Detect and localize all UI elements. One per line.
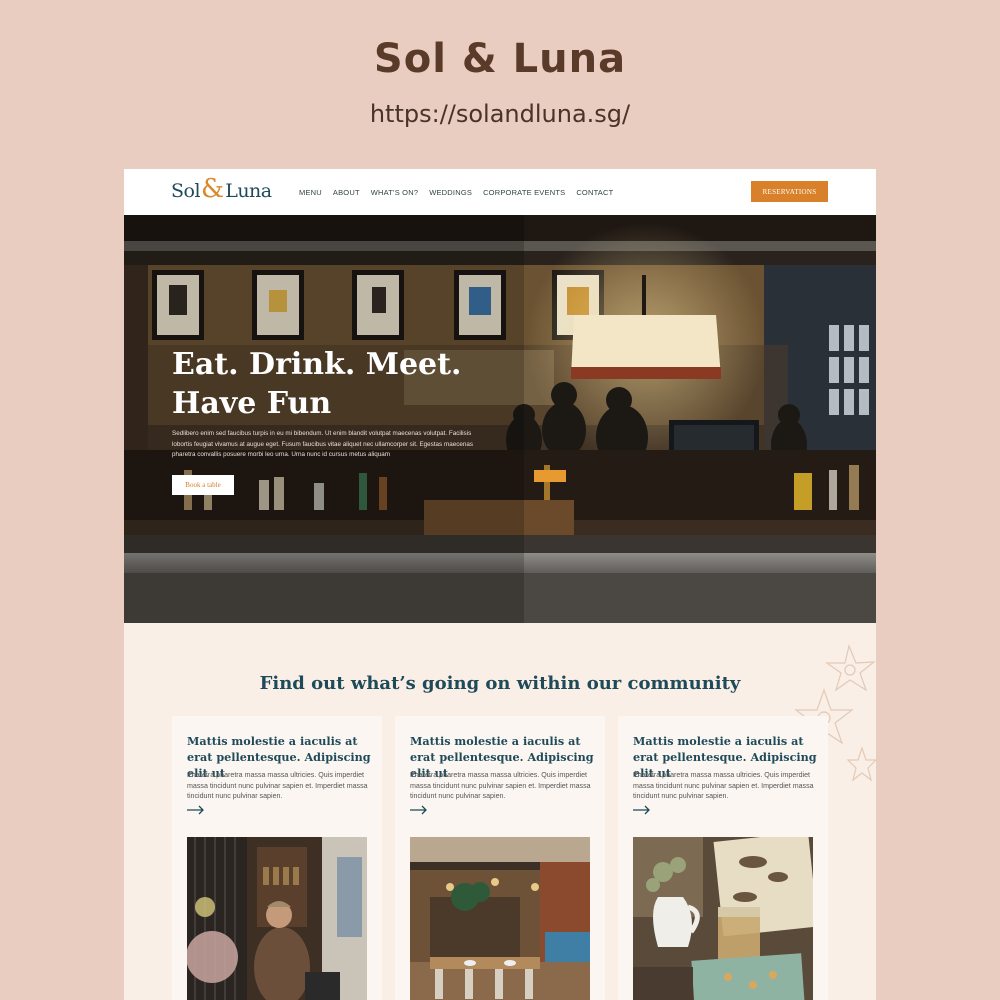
nav-item-corporate-events[interactable]: CORPORATE EVENTS bbox=[483, 188, 565, 197]
card-body: Pharetra pharetra massa massa ultricies.… bbox=[633, 771, 814, 801]
hero-heading-line1: Eat. Drink. Meet. bbox=[172, 347, 462, 382]
nav-item-weddings[interactable]: WEDDINGS bbox=[429, 188, 472, 197]
logo-word-luna: Luna bbox=[225, 180, 272, 202]
card-photo bbox=[410, 837, 590, 1000]
top-navigation: Sol & Luna MENU ABOUT WHAT'S ON? WEDDING… bbox=[124, 169, 876, 215]
website-screenshot: Sol & Luna MENU ABOUT WHAT'S ON? WEDDING… bbox=[124, 169, 876, 1000]
presentation-url: https://solandluna.sg/ bbox=[369, 100, 631, 128]
card-body: Pharetra pharetra massa massa ultricies.… bbox=[410, 771, 591, 801]
hero-heading-line2: Have Fun bbox=[172, 386, 332, 421]
arrow-right-icon[interactable] bbox=[633, 805, 651, 815]
site-logo[interactable]: Sol & Luna bbox=[171, 174, 272, 207]
hero-heading: Eat. Drink. Meet. Have Fun bbox=[172, 345, 472, 423]
card-photo bbox=[633, 837, 813, 1000]
nav-item-contact[interactable]: CONTACT bbox=[576, 188, 613, 197]
presentation-title: Sol & Luna bbox=[373, 36, 627, 82]
hero-description: Sedlibero enim sed faucibus turpis in eu… bbox=[172, 430, 474, 458]
arrow-right-icon[interactable] bbox=[187, 805, 205, 815]
nav-item-about[interactable]: ABOUT bbox=[333, 188, 360, 197]
main-menu: MENU ABOUT WHAT'S ON? WEDDINGS CORPORATE… bbox=[299, 188, 613, 197]
card-body: Pharetra pharetra massa massa ultricies.… bbox=[187, 771, 368, 801]
event-card[interactable]: Mattis molestie a iaculis at erat pellen… bbox=[395, 716, 605, 1000]
community-section: Find out what’s going on within our comm… bbox=[124, 623, 876, 1000]
card-photo bbox=[187, 837, 367, 1000]
reservations-button[interactable]: RESERVATIONS bbox=[751, 181, 828, 202]
nav-item-menu[interactable]: MENU bbox=[299, 188, 322, 197]
event-card[interactable]: Mattis molestie a iaculis at erat pellen… bbox=[618, 716, 828, 1000]
event-card[interactable]: Mattis molestie a iaculis at erat pellen… bbox=[172, 716, 382, 1000]
logo-word-sol: Sol bbox=[171, 180, 201, 202]
hero-section: Eat. Drink. Meet. Have Fun Sedlibero eni… bbox=[124, 215, 876, 623]
community-title: Find out what’s going on within our comm… bbox=[259, 673, 741, 694]
book-table-button[interactable]: Book a table bbox=[172, 475, 234, 495]
arrow-right-icon[interactable] bbox=[410, 805, 428, 815]
logo-ampersand: & bbox=[201, 174, 225, 204]
nav-item-whats-on[interactable]: WHAT'S ON? bbox=[371, 188, 418, 197]
